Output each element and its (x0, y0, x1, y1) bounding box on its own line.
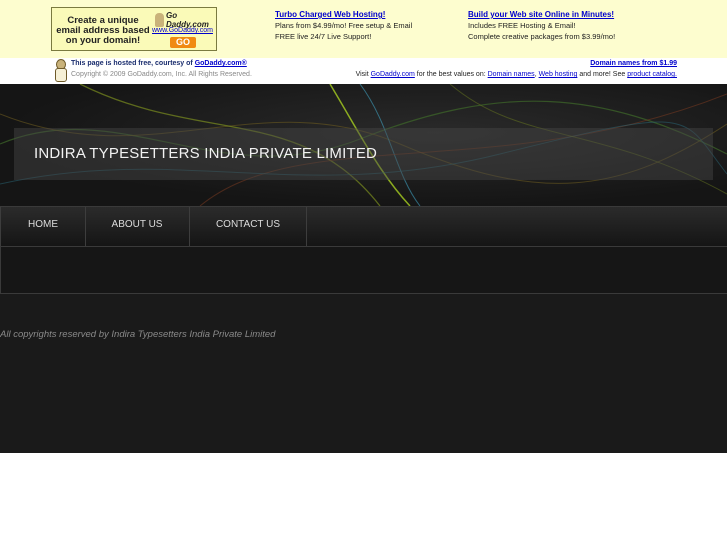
ad-hosting-column: Turbo Charged Web Hosting! Plans from $4… (275, 9, 412, 42)
nav-home[interactable]: HOME (0, 207, 86, 246)
copyright-notice: Copyright © 2009 GoDaddy.com, Inc. All R… (71, 71, 252, 78)
hosted-prefix: This page is hosted free, courtesy of (71, 60, 195, 67)
header-banner: INDIRA TYPESETTERS INDIA PRIVATE LIMITED (0, 84, 727, 206)
footer-copyright: All copyrights reserved by Indira Typese… (0, 329, 276, 340)
hosted-godaddy-link[interactable]: GoDaddy.com® (195, 60, 247, 67)
ad-hosting-line1: Plans from $4.99/mo! Free setup & Email (275, 21, 413, 30)
godaddy-mascot-icon (155, 13, 164, 27)
web-hosting-link[interactable]: Web hosting (539, 71, 578, 78)
hosted-free-notice: This page is hosted free, courtesy of Go… (71, 60, 247, 67)
godaddy-mascot-icon (53, 58, 67, 82)
ad-website-column: Build your Web site Online in Minutes! I… (468, 9, 615, 42)
nav-about-us[interactable]: ABOUT US (85, 207, 190, 246)
visit-prefix: Visit (355, 71, 371, 78)
product-catalog-link[interactable]: product catalog. (627, 71, 677, 78)
godaddy-email-ad[interactable]: Create a unique email address based on y… (51, 7, 217, 51)
nav-contact-us[interactable]: CONTACT US (190, 207, 307, 246)
ad-website-line1: Includes FREE Hosting & Email! (468, 21, 576, 30)
visit-mid-text: for the best values on: (414, 71, 488, 78)
site-title: INDIRA TYPESETTERS INDIA PRIVATE LIMITED (34, 145, 378, 162)
domain-promo: Domain names from $1.99 (590, 60, 677, 67)
content-panel (0, 246, 727, 294)
ad-hosting-line2: FREE live 24/7 Live Support! (275, 32, 372, 41)
ad-go-button[interactable]: GO (170, 37, 196, 48)
domain-names-promo-link[interactable]: Domain names from $1.99 (590, 60, 677, 67)
ad-hosting-link[interactable]: Turbo Charged Web Hosting! (275, 10, 385, 19)
main-nav: HOME ABOUT US CONTACT US (0, 206, 727, 246)
visit-godaddy-link[interactable]: GoDaddy.com (371, 71, 415, 78)
ad-website-line2: Complete creative packages from $3.99/mo… (468, 32, 616, 41)
visit-more-text: and more! See (577, 71, 628, 78)
domain-names-link[interactable]: Domain names (488, 71, 535, 78)
title-bar: INDIRA TYPESETTERS INDIA PRIVATE LIMITED (14, 128, 713, 180)
visit-godaddy-line: Visit GoDaddy.com for the best values on… (356, 71, 677, 78)
site-container: INDIRA TYPESETTERS INDIA PRIVATE LIMITED… (0, 84, 727, 453)
ad-box-text: Create a unique email address based on y… (56, 15, 150, 46)
ad-box-url[interactable]: www.GoDaddy.com (152, 27, 213, 34)
ad-website-link[interactable]: Build your Web site Online in Minutes! (468, 10, 614, 19)
courtesy-bar: This page is hosted free, courtesy of Go… (0, 58, 727, 84)
ad-bar: Create a unique email address based on y… (0, 0, 727, 58)
